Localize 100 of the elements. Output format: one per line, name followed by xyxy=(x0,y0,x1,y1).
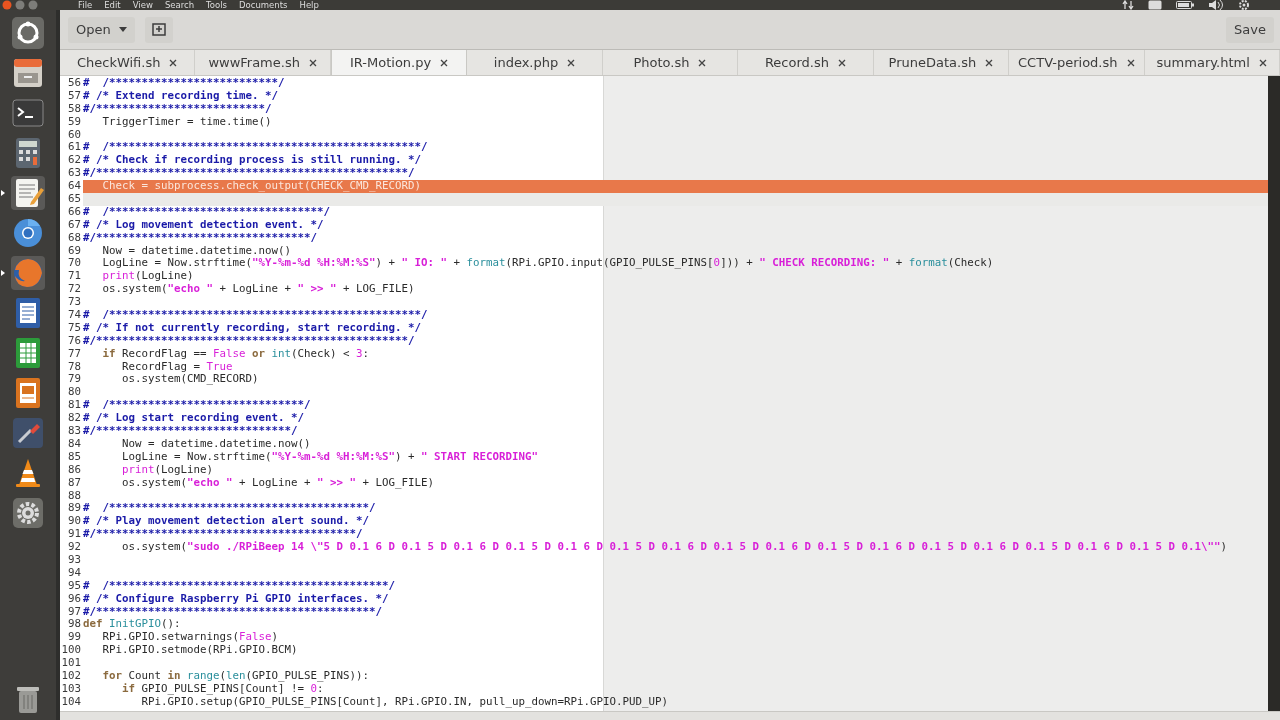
line-number: 67 xyxy=(67,218,82,232)
network-arrows-icon[interactable] xyxy=(1122,0,1134,10)
minimize-button-icon[interactable] xyxy=(15,0,25,10)
code-line: os.system("echo " + LogLine + " >> " + LOG_FILE) xyxy=(101,282,415,296)
code-line: #/*********************************/ xyxy=(83,230,317,244)
line-number: 101 xyxy=(60,657,82,670)
code-line: print(LogLine) xyxy=(101,269,194,283)
code-line: RPi.GPIO.setmode(RPi.GPIO.BCM) xyxy=(101,643,298,657)
tab[interactable]: Photo.sh xyxy=(633,55,690,70)
code-line: # /****************************************/ xyxy=(83,501,376,515)
gear-icon[interactable] xyxy=(11,496,45,530)
gear-icon[interactable] xyxy=(1238,0,1250,10)
tab[interactable]: CCTV-period.sh xyxy=(1018,55,1118,70)
line-number: 77 xyxy=(67,347,82,361)
line-number: 98 xyxy=(67,618,82,632)
line-number: 91 xyxy=(67,528,82,542)
close-icon[interactable] xyxy=(1258,58,1267,67)
close-icon[interactable] xyxy=(308,58,317,67)
line-number: 100 xyxy=(60,644,82,658)
open-button[interactable]: Open xyxy=(68,16,135,43)
browser-icon[interactable] xyxy=(11,216,45,250)
line-number: 56 xyxy=(67,77,82,90)
tab[interactable]: summary.html xyxy=(1156,55,1250,70)
tab[interactable]: wwwFrame.sh xyxy=(208,55,300,70)
line-number: 58 xyxy=(67,102,82,116)
code-line: # /* Configure Raspberry Pi GPIO interfaces. */ xyxy=(83,591,389,605)
code-line: for Count in range(len(GPIO_PULSE_PINS)): xyxy=(101,668,370,682)
save-button[interactable]: Save xyxy=(1226,16,1274,43)
line-number: 63 xyxy=(67,167,82,181)
line-number: 93 xyxy=(67,553,82,567)
line-number: 65 xyxy=(67,193,82,206)
line-number: 102 xyxy=(60,669,82,683)
line-number: 66 xyxy=(67,205,82,219)
line-number: 97 xyxy=(67,605,82,619)
menu-item[interactable]: View xyxy=(132,0,153,10)
line-number: 73 xyxy=(67,296,82,310)
tab[interactable]: Record.sh xyxy=(764,55,829,70)
close-button-icon[interactable] xyxy=(2,0,12,10)
line-number: 70 xyxy=(67,257,82,271)
code-line: # /* If not currently recording, start recording. */ xyxy=(83,320,421,334)
line-number: 87 xyxy=(67,476,82,490)
close-icon[interactable] xyxy=(698,58,707,67)
line-number: 69 xyxy=(67,244,82,258)
code-line: # /******************************/ xyxy=(83,398,311,412)
code-line: # /* Play movement detection alert sound. */ xyxy=(83,514,369,528)
line-number: 81 xyxy=(67,399,82,413)
code-line: os.system("sudo ./RPiBeep 14 \"5 D 0.1 6 D 0.1 5 D 0.1 6 D 0.1 5 D 0.1 6 D 0.1 5 D 0.1 6 D 0.1 5 D 0.1 6 D 0.1 5 D 0.1 6 D 0.1 5 D 0.1 6 D 0.1 5 D 0.1 6 D 0.1 5 D 0.1\"") xyxy=(121,540,1228,554)
circle-logo-icon[interactable] xyxy=(11,16,45,50)
line-number: 79 xyxy=(67,373,82,387)
line-number: 103 xyxy=(60,682,82,696)
code-line: # /*******************************************/ xyxy=(83,578,395,592)
code-line: Check = subprocess.check_output(CHECK_CMD_RECORD) xyxy=(101,179,421,193)
drawer-icon[interactable] xyxy=(11,56,45,90)
maximize-button-icon[interactable] xyxy=(28,0,38,10)
code-line: print(LogLine) xyxy=(121,462,214,476)
menu-item[interactable]: Tools xyxy=(206,0,228,10)
close-icon[interactable] xyxy=(440,58,449,67)
line-number: 74 xyxy=(67,309,82,322)
close-icon[interactable] xyxy=(837,58,846,67)
line-number: 57 xyxy=(67,89,82,103)
code-line: #/************************************************/ xyxy=(83,166,415,180)
line-number: 104 xyxy=(60,695,82,709)
volume-icon[interactable] xyxy=(1208,0,1224,10)
screwdriver-icon[interactable] xyxy=(11,416,45,450)
menu-item[interactable]: Edit xyxy=(104,0,121,10)
menu-item[interactable]: File xyxy=(78,0,93,10)
tab[interactable]: CheckWifi.sh xyxy=(76,55,161,70)
code-line: os.system(CMD_RECORD) xyxy=(121,372,259,386)
line-number: 94 xyxy=(67,566,82,580)
code-line: #/*******************************************/ xyxy=(83,604,382,618)
line-number: 88 xyxy=(67,489,82,503)
new-document-button-icon[interactable] xyxy=(144,16,173,43)
line-number: 83 xyxy=(67,425,82,438)
keyboard-layout-icon[interactable] xyxy=(1148,0,1162,10)
close-icon[interactable] xyxy=(567,58,576,67)
tab[interactable]: PruneData.sh xyxy=(888,55,977,70)
close-icon[interactable] xyxy=(169,58,178,67)
caret-icon xyxy=(118,27,127,32)
line-number: 60 xyxy=(67,128,82,142)
terminal-icon[interactable] xyxy=(11,96,45,130)
code-line: TriggerTimer = time.time() xyxy=(101,114,272,128)
menu-item[interactable]: Help xyxy=(299,0,319,10)
notepad-icon[interactable] xyxy=(11,176,45,210)
code-line: RecordFlag = True xyxy=(121,359,233,373)
line-number: 90 xyxy=(67,515,82,529)
close-icon[interactable] xyxy=(985,58,994,67)
battery-icon[interactable] xyxy=(1176,0,1194,10)
code-line: if GPIO_PULSE_PINS[Count] != 0: xyxy=(121,681,324,695)
code-line: #/****************************************/ xyxy=(83,527,363,541)
menu-item[interactable]: Documents xyxy=(239,0,288,10)
line-number: 96 xyxy=(67,592,82,606)
menu-item[interactable]: Search xyxy=(164,0,195,10)
code-line: # /**************************/ xyxy=(83,76,285,89)
line-number: 99 xyxy=(67,631,82,645)
tab[interactable]: index.php xyxy=(493,55,559,70)
line-number: 59 xyxy=(67,115,82,129)
line-number: 82 xyxy=(67,412,82,426)
close-icon[interactable] xyxy=(1126,58,1135,67)
code-line: # /* Check if recording process is still running. */ xyxy=(83,153,421,167)
line-number: 78 xyxy=(67,360,82,374)
